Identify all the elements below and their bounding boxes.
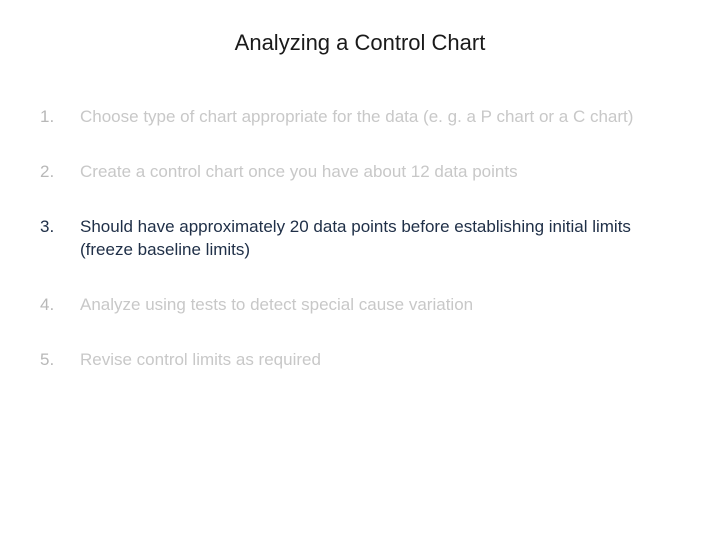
list-item: 1. Choose type of chart appropriate for … <box>40 106 680 129</box>
item-number: 3. <box>40 216 80 262</box>
item-number: 4. <box>40 294 80 317</box>
item-text: Choose type of chart appropriate for the… <box>80 106 680 129</box>
item-number: 1. <box>40 106 80 129</box>
item-text: Analyze using tests to detect special ca… <box>80 294 680 317</box>
item-number: 2. <box>40 161 80 184</box>
list-item: 4. Analyze using tests to detect special… <box>40 294 680 317</box>
list-item: 5. Revise control limits as required <box>40 349 680 372</box>
page-title: Analyzing a Control Chart <box>0 0 720 106</box>
list-item: 2. Create a control chart once you have … <box>40 161 680 184</box>
item-text: Revise control limits as required <box>80 349 680 372</box>
item-number: 5. <box>40 349 80 372</box>
list-item: 3. Should have approximately 20 data poi… <box>40 216 680 262</box>
item-text: Create a control chart once you have abo… <box>80 161 680 184</box>
numbered-list: 1. Choose type of chart appropriate for … <box>0 106 720 372</box>
item-text: Should have approximately 20 data points… <box>80 216 680 262</box>
